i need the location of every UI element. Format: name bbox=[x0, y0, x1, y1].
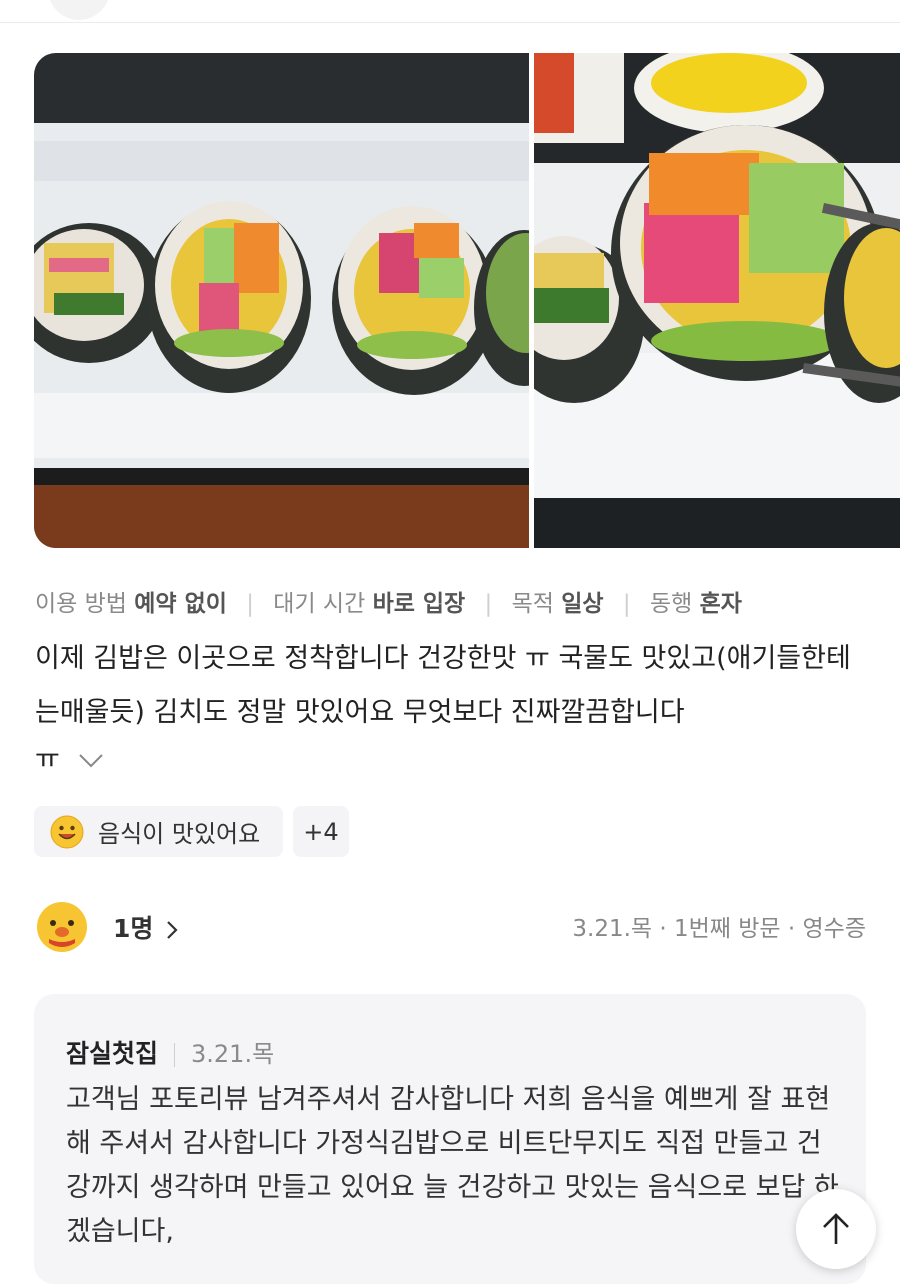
meta-divider: | bbox=[484, 591, 493, 617]
visit-info: 3.21.목 · 1번째 방문 · 영수증 bbox=[572, 916, 866, 942]
review-photo-2[interactable] bbox=[534, 53, 900, 548]
meta-divider: | bbox=[246, 591, 254, 617]
purpose-label: 목적 bbox=[511, 591, 554, 617]
meta-divider: | bbox=[622, 591, 631, 617]
review-photo-1[interactable] bbox=[34, 53, 529, 548]
keyword-tag[interactable]: 음식이 맛있어요 bbox=[34, 806, 283, 857]
keyword-tag-label: 음식이 맛있어요 bbox=[98, 820, 261, 848]
reply-date: 3.21.목 bbox=[191, 1040, 275, 1068]
usage-label: 이용 방법 bbox=[35, 591, 127, 617]
visitor-count: 1명 bbox=[113, 914, 154, 943]
owner-reply: 잠실첫집 3.21.목 고객님 포토리뷰 남겨주셔서 감사합니다 저희 음식을 예… bbox=[34, 994, 866, 1284]
company-value: 혼자 bbox=[699, 591, 742, 617]
company-label: 동행 bbox=[649, 591, 693, 617]
reply-divider bbox=[174, 1043, 176, 1067]
review-text[interactable]: 이제 김밥은 이곳으로 정착합니다 건강한맛 ㅠ 국물도 맛있고(애기들한테는매… bbox=[35, 632, 855, 740]
review-text-tail[interactable]: ㅠ bbox=[35, 740, 104, 781]
reply-header: 잠실첫집 3.21.목 bbox=[66, 1034, 274, 1070]
usage-value: 예약 없이 bbox=[134, 591, 227, 617]
purpose-value: 일상 bbox=[561, 591, 604, 617]
profile-avatar[interactable] bbox=[48, 0, 110, 20]
smiley-icon bbox=[50, 815, 84, 848]
chick-avatar-icon[interactable] bbox=[35, 899, 89, 953]
reply-text[interactable]: 고객님 포토리뷰 남겨주셔서 감사합니다 저희 음식을 예쁘게 잘 표현해 주셔… bbox=[66, 1078, 846, 1254]
review-tail-text: ㅠ bbox=[35, 744, 60, 775]
visitor-count-link[interactable]: 1명 bbox=[113, 909, 178, 945]
more-tags-button[interactable]: +4 bbox=[293, 806, 349, 857]
visit-info-row: 1명 3.21.목 · 1번째 방문 · 영수증 bbox=[35, 897, 866, 955]
top-divider bbox=[0, 0, 900, 23]
wait-value: 바로 입장 bbox=[372, 591, 466, 617]
scroll-top-button[interactable] bbox=[796, 1189, 876, 1269]
owner-name: 잠실첫집 bbox=[66, 1039, 159, 1068]
arrow-up-icon bbox=[823, 1213, 849, 1244]
wait-label: 대기 시간 bbox=[273, 591, 366, 617]
visit-meta: 이용 방법 예약 없이 | 대기 시간 바로 입장 | 목적 일상 | 동행 혼… bbox=[35, 584, 742, 618]
chevron-right-icon bbox=[167, 921, 178, 939]
chevron-down-icon[interactable] bbox=[78, 741, 104, 781]
